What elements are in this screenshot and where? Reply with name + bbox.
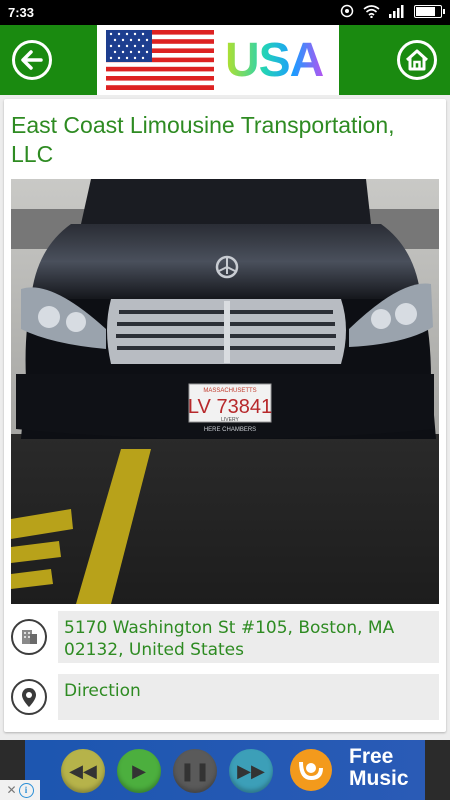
license-plate-small: LIVERY: [221, 417, 239, 423]
location-pin-icon: [22, 688, 36, 707]
signal-icon: [389, 4, 404, 18]
adchoices[interactable]: ✕ i: [0, 780, 40, 800]
rewind-icon[interactable]: ◀◀: [61, 749, 105, 793]
address-row[interactable]: 5170 Washington St #105, Boston, MA 0213…: [11, 611, 439, 663]
address-text[interactable]: 5170 Washington St #105, Boston, MA 0213…: [58, 611, 439, 663]
app-header: USA: [0, 25, 450, 95]
close-x-icon[interactable]: ✕: [6, 783, 16, 797]
info-icon[interactable]: i: [18, 782, 34, 798]
home-icon: [405, 49, 429, 71]
status-time: 7:33: [8, 5, 35, 20]
direction-icon-wrap: [11, 679, 47, 715]
address-icon-wrap: [11, 619, 47, 655]
back-button[interactable]: [12, 40, 52, 80]
wifi-icon: [363, 4, 380, 18]
ad-banner[interactable]: ◀◀ ▶ ❚❚ ▶▶ Free Music: [0, 740, 450, 800]
plate-frame-text: HERE CHAMBERS: [204, 427, 256, 433]
building-icon: [22, 630, 37, 644]
status-bar: 7:33: [0, 0, 450, 25]
play-icon[interactable]: ▶: [117, 749, 161, 793]
license-plate: LV 73841: [188, 396, 272, 418]
usa-flag-icon: [106, 30, 214, 90]
ad-headline[interactable]: Free Music: [349, 746, 419, 790]
direction-row[interactable]: Direction: [11, 674, 439, 720]
battery-icon: [414, 4, 445, 18]
listing-photo[interactable]: MASSACHUSETTS LV 73841 LIVERY HERE CHAMB…: [11, 179, 439, 604]
pause-icon[interactable]: ❚❚: [173, 749, 217, 793]
listing-title: East Coast Limousine Transportation, LLC: [11, 112, 395, 167]
direction-link[interactable]: Direction: [58, 674, 439, 720]
svg-text:MASSACHUSETTS: MASSACHUSETTS: [203, 388, 256, 394]
alarm-icon: [340, 4, 354, 18]
arrow-left-icon: [21, 50, 43, 70]
uc-music-icon: [290, 749, 332, 791]
listing-card: East Coast Limousine Transportation, LLC: [0, 95, 450, 740]
home-button[interactable]: [397, 40, 437, 80]
car-photo: MASSACHUSETTS LV 73841 LIVERY HERE CHAMB…: [11, 179, 439, 604]
brand-text: USA: [225, 34, 324, 87]
fast-forward-icon[interactable]: ▶▶: [229, 749, 273, 793]
